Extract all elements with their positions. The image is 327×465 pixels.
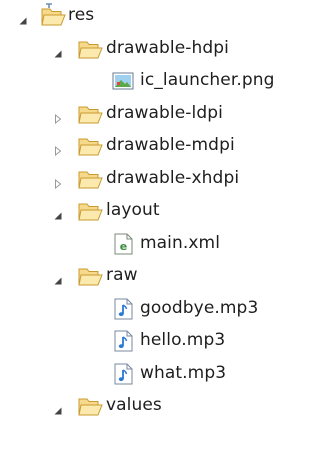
tree-item-label: raw (106, 265, 138, 285)
collapsed-arrow-icon[interactable] (53, 141, 63, 157)
tree-item-drawable-hdpi[interactable]: drawable-hdpi (0, 33, 327, 65)
audio-file-icon (110, 328, 136, 354)
tree-item-goodbye-mp3[interactable]: goodbye.mp3 (0, 293, 327, 325)
tree-item-ic-launcher-png[interactable]: ic_launcher.png (0, 65, 327, 97)
project-tree: res drawable-hdpi ic_launcher.png drawable-… (0, 0, 327, 465)
tree-item-label: drawable-xhdpi (106, 167, 240, 188)
expanded-arrow-icon[interactable] (53, 44, 63, 57)
tree-item-label: drawable-hdpi (106, 37, 230, 58)
tree-item-label: goodbye.mp3 (140, 297, 259, 318)
tree-item-hello-mp3[interactable]: hello.mp3 (0, 325, 327, 357)
collapsed-arrow-icon[interactable] (53, 109, 63, 124)
audio-file-icon (110, 296, 136, 322)
png-file-icon (110, 68, 136, 94)
folder-icon (77, 133, 103, 159)
tree-item-raw[interactable]: raw (0, 260, 327, 292)
tree-item-res[interactable]: res (0, 0, 327, 32)
tree-item-drawable-xhdpi[interactable]: drawable-xhdpi (0, 163, 327, 195)
tree-item-label: hello.mp3 (140, 330, 226, 350)
folder-icon (77, 36, 103, 62)
tree-item-label: drawable-mdpi (106, 135, 235, 155)
expanded-arrow-icon[interactable] (53, 401, 63, 415)
tree-item-drawable-ldpi[interactable]: drawable-ldpi (0, 98, 327, 130)
tree-item-label: res (68, 5, 95, 25)
res-folder-icon (40, 3, 66, 29)
expanded-arrow-icon[interactable] (18, 11, 28, 25)
folder-icon (77, 166, 103, 192)
tree-item-label: values (106, 395, 162, 415)
folder-icon (77, 393, 103, 419)
collapsed-arrow-icon[interactable] (53, 174, 63, 189)
tree-item-values[interactable]: values (0, 390, 327, 422)
tree-item-main-xml[interactable]: e main.xml (0, 228, 327, 260)
tree-item-label: what.mp3 (140, 362, 227, 383)
audio-file-icon (110, 361, 136, 387)
folder-icon (77, 101, 103, 127)
tree-item-label: main.xml (140, 232, 221, 253)
folder-icon (77, 263, 103, 289)
tree-item-label: layout (106, 200, 160, 220)
tree-item-label: ic_launcher.png (140, 70, 275, 90)
tree-item-label: drawable-ldpi (106, 102, 223, 123)
expanded-arrow-icon[interactable] (53, 271, 63, 285)
folder-icon (77, 198, 103, 224)
svg-text:e: e (120, 240, 127, 253)
expanded-arrow-icon[interactable] (53, 206, 63, 220)
tree-item-layout[interactable]: layout (0, 195, 327, 227)
tree-item-what-mp3[interactable]: what.mp3 (0, 358, 327, 390)
xml-file-icon: e (110, 231, 136, 257)
tree-item-drawable-mdpi[interactable]: drawable-mdpi (0, 130, 327, 162)
